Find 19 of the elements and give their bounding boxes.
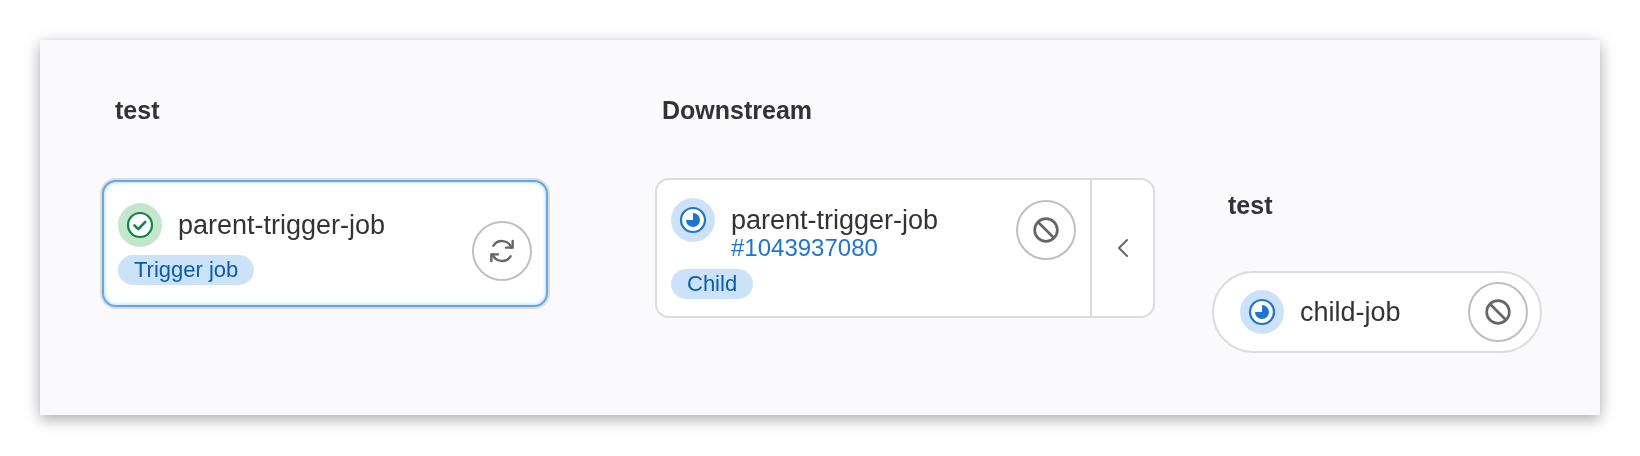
stage-title: test: [1228, 190, 1273, 220]
job-type-badge: Child: [671, 268, 754, 299]
cancel-button[interactable]: [1468, 282, 1528, 342]
running-status-icon: [1240, 290, 1284, 334]
job-card[interactable]: parent-trigger-job #1043937080 Child: [655, 178, 1155, 318]
job-name: parent-trigger-job: [731, 204, 939, 235]
job-name: parent-trigger-job: [178, 209, 386, 240]
job-type-badge: Trigger job: [118, 254, 255, 285]
pipeline-link[interactable]: #1043937080: [731, 234, 939, 261]
job-card[interactable]: child-job: [1212, 271, 1542, 353]
stage-title: Downstream: [662, 95, 813, 125]
cancel-icon: [1482, 296, 1514, 328]
job-card[interactable]: parent-trigger-job Trigger job: [102, 180, 548, 307]
running-status-icon: [671, 197, 715, 242]
job-name: child-job: [1300, 297, 1401, 327]
cancel-button[interactable]: [1016, 200, 1076, 260]
stage-title: test: [115, 95, 160, 125]
cancel-icon: [1030, 214, 1062, 246]
success-status-icon: [118, 202, 162, 247]
